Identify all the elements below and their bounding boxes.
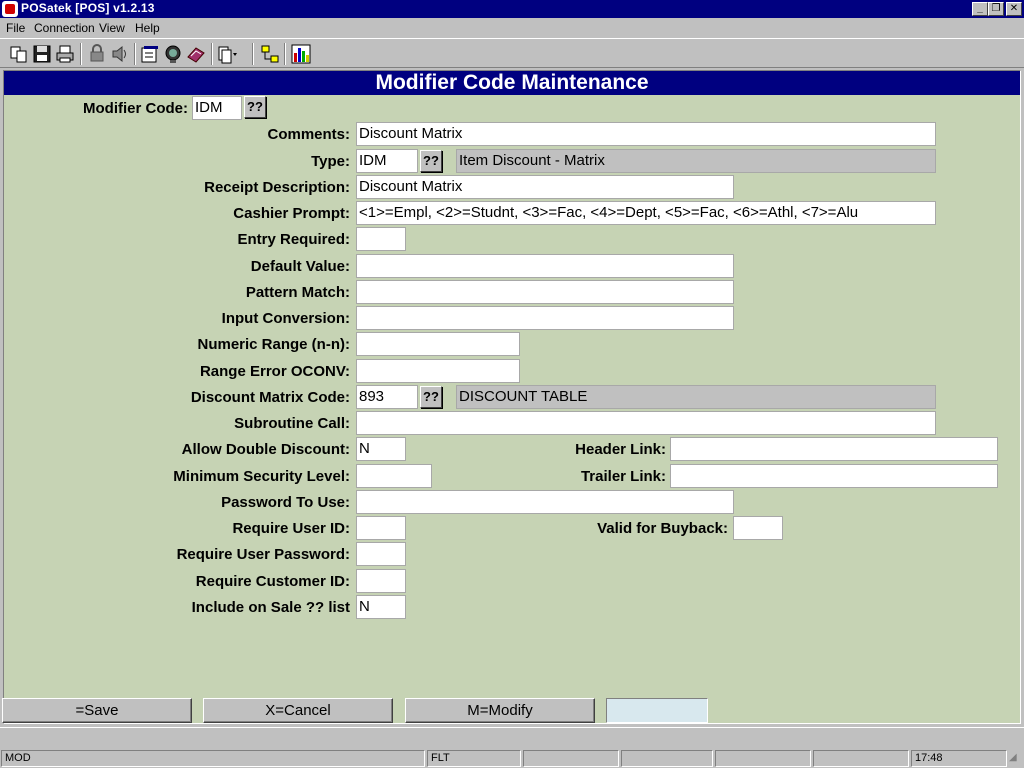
window-title: POSatek [POS] v1.2.13	[21, 1, 155, 15]
print-icon[interactable]	[54, 43, 76, 65]
include-on-sale-list-label: Include on Sale ?? list	[191, 599, 350, 616]
require-customer-id-field[interactable]	[356, 569, 406, 593]
comments-field[interactable]: Discount Matrix	[356, 122, 936, 146]
toolbar-separator	[134, 43, 136, 65]
blank-action-button[interactable]	[606, 698, 708, 723]
password-to-use-label: Password To Use:	[221, 494, 350, 511]
default-value-label: Default Value:	[250, 258, 350, 275]
allow-double-discount-label: Allow Double Discount:	[181, 441, 350, 458]
range-error-field[interactable]	[356, 359, 520, 383]
menu-file[interactable]: File	[6, 21, 25, 35]
toolbar-separator	[80, 43, 82, 65]
menu-connection[interactable]: Connection	[34, 21, 95, 35]
status-time: 17:48	[911, 750, 1007, 767]
toolbar-separator	[211, 43, 213, 65]
close-button[interactable]: ✕	[1006, 2, 1022, 16]
comments-label: Comments:	[267, 126, 350, 143]
receipt-description-field[interactable]: Discount Matrix	[356, 175, 734, 199]
numeric-range-field[interactable]	[356, 332, 520, 356]
minimum-security-level-field[interactable]	[356, 464, 432, 488]
input-conversion-label: Input Conversion:	[221, 310, 350, 327]
entry-required-label: Entry Required:	[237, 231, 350, 248]
status-bar: MOD FLT 17:48 ◢	[0, 748, 1024, 768]
toolbar-separator	[252, 43, 254, 65]
save-icon[interactable]	[31, 43, 53, 65]
status-pane-6	[813, 750, 909, 767]
discount-matrix-description: DISCOUNT TABLE	[456, 385, 936, 409]
save-button[interactable]: =Save	[2, 698, 192, 723]
network-icon[interactable]	[259, 43, 281, 65]
modifier-code-field[interactable]: IDM	[192, 96, 242, 120]
form-panel: Modifier Code Maintenance Modifier Code:…	[3, 70, 1021, 724]
discount-matrix-code-label: Discount Matrix Code:	[190, 389, 350, 406]
app-icon[interactable]	[2, 1, 18, 17]
properties-icon[interactable]	[139, 43, 161, 65]
pattern-match-label: Pattern Match:	[245, 284, 350, 301]
status-pane-3	[523, 750, 619, 767]
header-link-field[interactable]	[670, 437, 998, 461]
input-conversion-field[interactable]	[356, 306, 734, 330]
header-link-label: Header Link:	[575, 441, 666, 458]
include-on-sale-list-field[interactable]: N	[356, 595, 406, 619]
valid-for-buyback-label: Valid for Buyback:	[597, 520, 728, 537]
require-user-password-field[interactable]	[356, 542, 406, 566]
cancel-button[interactable]: X=Cancel	[203, 698, 393, 723]
form-title: Modifier Code Maintenance	[4, 71, 1020, 95]
discount-matrix-code-field[interactable]: 893	[356, 385, 418, 409]
trailer-link-field[interactable]	[670, 464, 998, 488]
type-lookup-button[interactable]: ??	[420, 150, 442, 172]
chart-icon[interactable]	[290, 43, 312, 65]
pattern-match-field[interactable]	[356, 280, 734, 304]
monitor-icon[interactable]	[162, 43, 184, 65]
status-mode: MOD	[1, 750, 425, 767]
require-user-password-label: Require User Password:	[176, 546, 350, 563]
minimum-security-level-label: Minimum Security Level:	[173, 468, 350, 485]
book-icon[interactable]	[185, 43, 207, 65]
require-customer-id-label: Require Customer ID:	[195, 573, 350, 590]
valid-for-buyback-field[interactable]	[733, 516, 783, 540]
menu-bar: File Connection View Help	[0, 18, 1024, 37]
app-window: POSatek [POS] v1.2.13 _ ❐ ✕ File Connect…	[0, 0, 1024, 768]
subroutine-call-label: Subroutine Call:	[234, 415, 350, 432]
lock-icon[interactable]	[86, 43, 108, 65]
minimize-button[interactable]: _	[972, 2, 988, 16]
title-bar: POSatek [POS] v1.2.13 _ ❐ ✕	[0, 0, 1024, 18]
toolbar	[0, 38, 1024, 68]
cashier-prompt-label: Cashier Prompt:	[233, 205, 350, 222]
discount-matrix-lookup-button[interactable]: ??	[420, 386, 442, 408]
menu-view[interactable]: View	[99, 21, 125, 35]
status-flt: FLT	[427, 750, 521, 767]
subroutine-call-field[interactable]	[356, 411, 936, 435]
allow-double-discount-field[interactable]: N	[356, 437, 406, 461]
require-user-id-label: Require User ID:	[232, 520, 350, 537]
modifier-code-label: Modifier Code:	[83, 100, 188, 117]
resize-grip-icon[interactable]: ◢	[1009, 752, 1022, 766]
range-error-label: Range Error OCONV:	[199, 363, 350, 380]
type-field[interactable]: IDM	[356, 149, 418, 173]
menu-help[interactable]: Help	[135, 21, 160, 35]
require-user-id-field[interactable]	[356, 516, 406, 540]
document-dropdown-icon[interactable]	[216, 43, 238, 65]
toolbar-separator	[284, 43, 286, 65]
numeric-range-label: Numeric Range (n-n):	[197, 336, 350, 353]
default-value-field[interactable]	[356, 254, 734, 278]
restore-button[interactable]: ❐	[988, 2, 1004, 16]
modify-button[interactable]: M=Modify	[405, 698, 595, 723]
cashier-prompt-field[interactable]: <1>=Empl, <2>=Studnt, <3>=Fac, <4>=Dept,…	[356, 201, 936, 225]
password-to-use-field[interactable]	[356, 490, 734, 514]
type-description: Item Discount - Matrix	[456, 149, 936, 173]
horizontal-scrollbar[interactable]	[0, 727, 1024, 747]
entry-required-field[interactable]	[356, 227, 406, 251]
status-pane-4	[621, 750, 713, 767]
copy-icon[interactable]	[8, 43, 30, 65]
receipt-description-label: Receipt Description:	[204, 179, 350, 196]
modifier-code-lookup-button[interactable]: ??	[244, 96, 266, 118]
audio-icon[interactable]	[109, 43, 131, 65]
type-label: Type:	[311, 153, 350, 170]
trailer-link-label: Trailer Link:	[580, 468, 666, 485]
status-pane-5	[715, 750, 811, 767]
